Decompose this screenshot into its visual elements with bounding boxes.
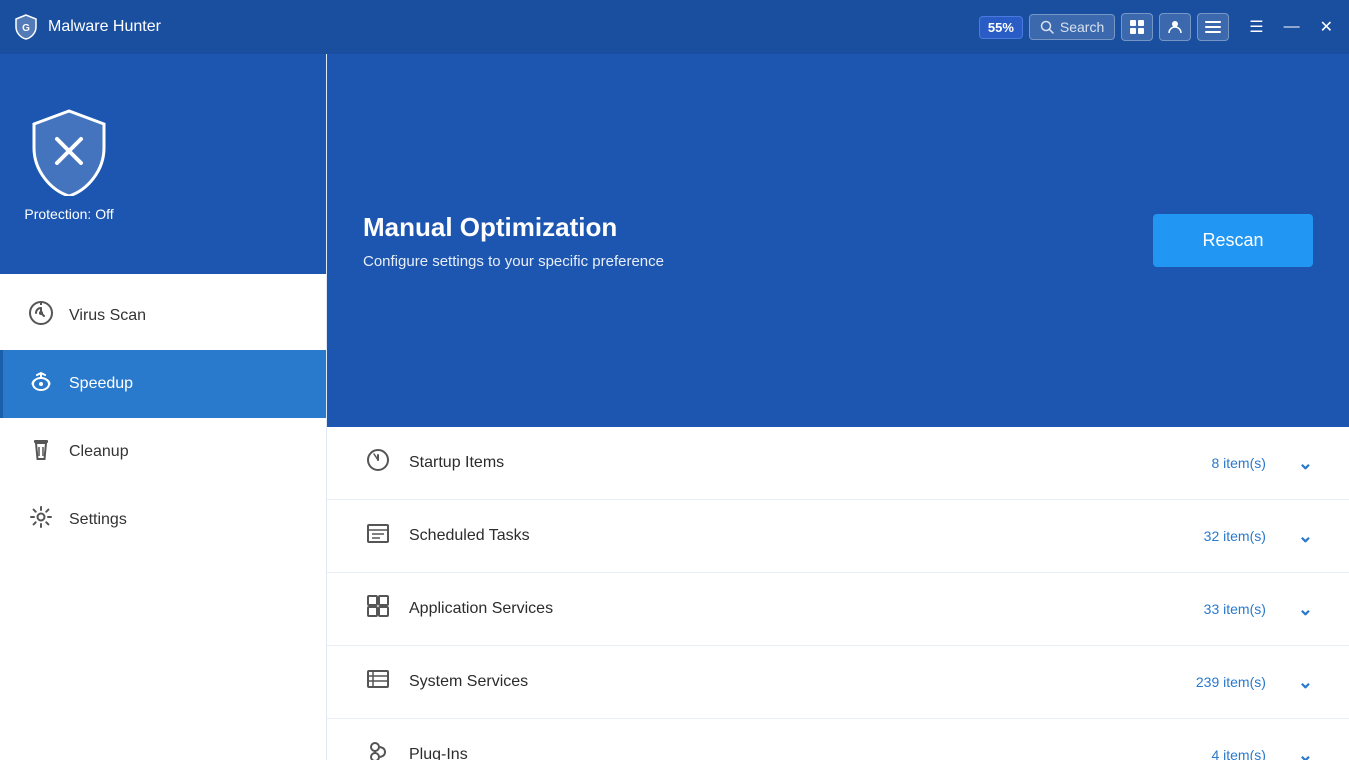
user-icon [1167,19,1183,35]
sidebar-item-cleanup[interactable]: Cleanup [0,418,326,486]
shield-x-icon [24,106,114,196]
plug-ins-count: 4 item(s) [1211,747,1265,760]
application-services-label: Application Services [409,600,1188,618]
system-services-icon [363,666,393,698]
table-row[interactable]: Startup Items 8 item(s) ⌄ [327,427,1349,500]
hero-left: Protection: Off [24,106,114,222]
speedup-icon [27,368,55,400]
search-label: Search [1060,19,1104,35]
sidebar-item-settings[interactable]: Settings [0,486,326,554]
content-area: Startup Items 8 item(s) ⌄ Schedule [327,427,1349,760]
system-services-label: System Services [409,673,1180,691]
scheduled-tasks-icon [363,520,393,552]
startup-items-label: Startup Items [409,454,1195,472]
content-header-text: Manual Optimization Configure settings t… [363,212,664,270]
startup-items-icon [363,447,393,479]
table-row[interactable]: Scheduled Tasks 32 item(s) ⌄ [327,500,1349,573]
cleanup-label: Cleanup [69,443,129,461]
application-services-icon [363,593,393,625]
table-row[interactable]: Application Services 33 item(s) ⌄ [327,573,1349,646]
cleanup-icon [27,436,55,468]
plug-ins-label: Plug-Ins [409,746,1195,760]
main-layout: Protection: Off Virus Scan [0,54,1349,760]
grid-icon [1129,19,1145,35]
table-row[interactable]: Plug-Ins 4 item(s) ⌄ [327,719,1349,760]
scheduled-tasks-label: Scheduled Tasks [409,527,1188,545]
virus-scan-icon [27,300,55,332]
user-icon-btn[interactable] [1159,13,1191,41]
content-header: Manual Optimization Configure settings t… [327,54,1349,427]
app-logo-icon: G [12,13,40,41]
shield-icon-wrap [24,106,114,196]
system-services-chevron[interactable]: ⌄ [1298,672,1313,693]
nav-section: Virus Scan Speedup [0,274,326,760]
app-name: Malware Hunter [48,18,161,36]
close-button[interactable]: ✕ [1316,15,1337,39]
rescan-button[interactable]: Rescan [1153,214,1313,267]
window-controls: ☰ — ✕ [1245,15,1337,39]
app-logo: G Malware Hunter [12,13,979,41]
speedup-label: Speedup [69,375,133,393]
titlebar-controls: 55% Search [979,13,1337,41]
hamburger-icon [1205,21,1221,33]
protection-label: Protection: Off [24,206,113,222]
settings-icon [27,504,55,536]
items-list: Startup Items 8 item(s) ⌄ Schedule [327,427,1349,760]
percent-badge: 55% [979,16,1023,39]
sidebar: Protection: Off Virus Scan [0,54,327,760]
grid-icon-btn[interactable] [1121,13,1153,41]
sidebar-item-speedup[interactable]: Speedup [0,350,326,418]
scheduled-tasks-count: 32 item(s) [1204,528,1266,544]
hero-sidebar: Protection: Off [0,54,326,274]
table-row[interactable]: System Services 239 item(s) ⌄ [327,646,1349,719]
plug-ins-icon [363,739,393,760]
minimize-button[interactable]: — [1280,16,1304,38]
system-services-count: 239 item(s) [1196,674,1266,690]
svg-text:G: G [22,23,30,34]
page-title: Manual Optimization [363,212,664,243]
menu-icon-btn[interactable] [1197,13,1229,41]
virus-scan-label: Virus Scan [69,307,146,325]
application-services-count: 33 item(s) [1204,601,1266,617]
plug-ins-chevron[interactable]: ⌄ [1298,745,1313,760]
scheduled-tasks-chevron[interactable]: ⌄ [1298,526,1313,547]
page-subtitle: Configure settings to your specific pref… [363,253,664,270]
search-box[interactable]: Search [1029,14,1115,40]
more-options-icon[interactable]: ☰ [1245,15,1267,39]
startup-items-chevron[interactable]: ⌄ [1298,453,1313,474]
search-icon [1040,20,1054,34]
title-bar: G Malware Hunter 55% Search [0,0,1349,54]
application-services-chevron[interactable]: ⌄ [1298,599,1313,620]
startup-items-count: 8 item(s) [1211,455,1265,471]
settings-label: Settings [69,511,127,529]
sidebar-item-virus-scan[interactable]: Virus Scan [0,282,326,350]
